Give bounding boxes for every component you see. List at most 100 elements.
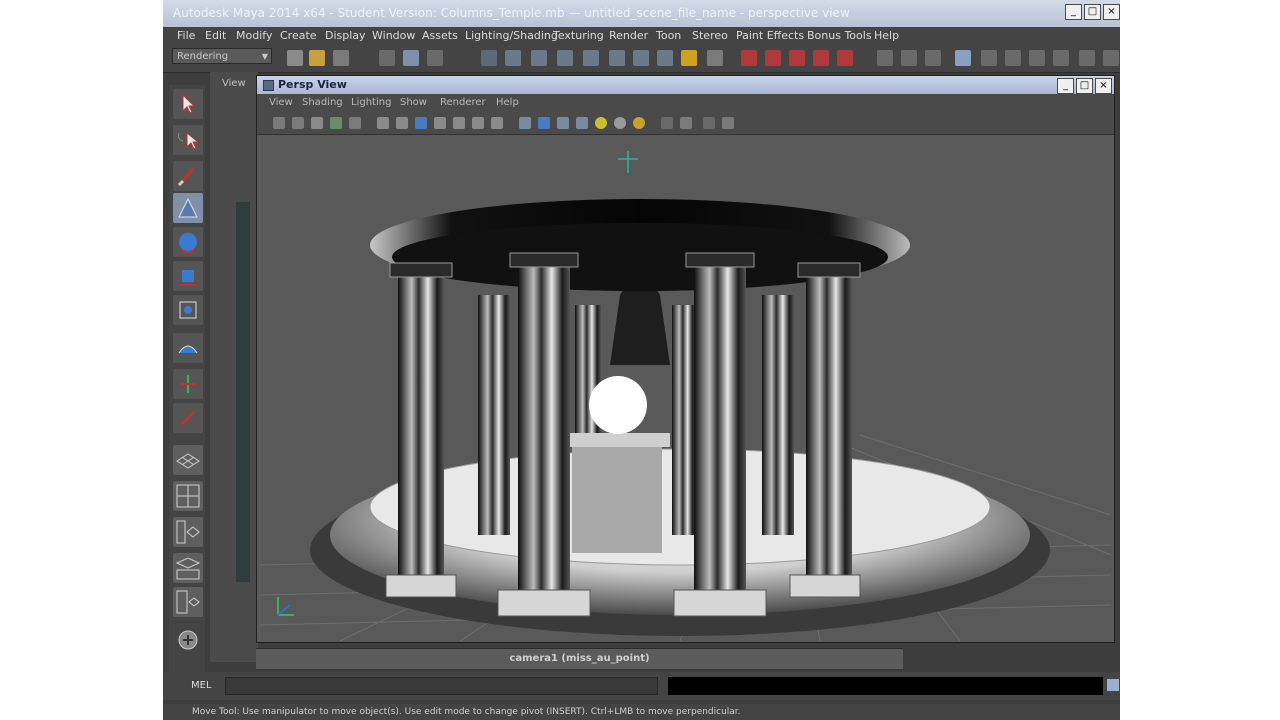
xray-icon[interactable] bbox=[680, 117, 692, 129]
snap-curve-icon[interactable] bbox=[505, 50, 521, 66]
persp-maximize-button[interactable]: □ bbox=[1076, 78, 1093, 94]
panel-menu-renderer[interactable]: Renderer bbox=[440, 97, 486, 108]
move-tool-icon[interactable] bbox=[173, 193, 203, 223]
menu-help[interactable]: Help bbox=[874, 29, 899, 42]
persp-minimize-button[interactable]: _ bbox=[1057, 78, 1074, 94]
scale-tool-icon[interactable] bbox=[173, 261, 203, 291]
graph-editor-icon[interactable] bbox=[1029, 50, 1045, 66]
hypershade-layout-icon[interactable] bbox=[173, 587, 203, 617]
maximize-button[interactable]: □ bbox=[1084, 4, 1101, 20]
default-light-icon[interactable] bbox=[633, 117, 645, 129]
render-frame-icon[interactable] bbox=[741, 50, 757, 66]
textured-icon[interactable] bbox=[576, 117, 588, 129]
persp-graph-layout-icon[interactable] bbox=[173, 553, 203, 583]
panel-layout-alt-icon[interactable] bbox=[1079, 50, 1095, 66]
bookmark-icon[interactable] bbox=[311, 117, 323, 129]
ipr-render-icon[interactable] bbox=[765, 50, 781, 66]
menu-display[interactable]: Display bbox=[325, 29, 366, 42]
panel-menu-lighting[interactable]: Lighting bbox=[351, 97, 391, 108]
persp-outliner-layout-icon[interactable] bbox=[173, 517, 203, 547]
single-perspective-layout-icon[interactable] bbox=[173, 445, 203, 475]
menu-render[interactable]: Render bbox=[609, 29, 648, 42]
xray-joints-icon[interactable] bbox=[703, 117, 715, 129]
render-settings-icon[interactable] bbox=[789, 50, 805, 66]
open-scene-icon[interactable] bbox=[309, 50, 325, 66]
resolution-gate-icon[interactable] bbox=[415, 117, 427, 129]
script-editor-button-icon[interactable] bbox=[1107, 679, 1119, 691]
panel-menu-view[interactable]: View bbox=[269, 97, 293, 108]
attribute-editor-icon[interactable] bbox=[925, 50, 941, 66]
persp-title-bar[interactable]: Persp View _ □ × bbox=[257, 76, 1114, 94]
snap-point-icon[interactable] bbox=[531, 50, 547, 66]
input-icon[interactable] bbox=[657, 50, 673, 66]
menu-texturing[interactable]: Texturing bbox=[553, 29, 604, 42]
perspective-viewport[interactable] bbox=[260, 135, 1111, 641]
construction-icon[interactable] bbox=[633, 50, 649, 66]
render-view-icon[interactable] bbox=[837, 50, 853, 66]
select-component-icon[interactable] bbox=[427, 50, 443, 66]
close-button[interactable]: × bbox=[1103, 4, 1120, 20]
select-hierarchy-icon[interactable] bbox=[379, 50, 395, 66]
menu-assets[interactable]: Assets bbox=[422, 29, 458, 42]
select-camera-icon[interactable] bbox=[273, 117, 285, 129]
select-object-icon[interactable] bbox=[403, 50, 419, 66]
menu-stereo[interactable]: Stereo bbox=[692, 29, 728, 42]
history-icon[interactable] bbox=[609, 50, 625, 66]
menu-toon[interactable]: Toon bbox=[656, 29, 681, 42]
universal-manipulator-icon[interactable] bbox=[173, 295, 203, 325]
save-scene-icon[interactable] bbox=[333, 50, 349, 66]
menu-modify[interactable]: Modify bbox=[236, 29, 272, 42]
menu-set-select[interactable]: Rendering ▼ bbox=[172, 48, 272, 64]
shadows-icon[interactable] bbox=[614, 117, 626, 129]
channel-box-icon[interactable] bbox=[901, 50, 917, 66]
menu-bonus-tools[interactable]: Bonus Tools bbox=[807, 29, 872, 42]
stereo-icon[interactable] bbox=[722, 117, 734, 129]
last-tool-icon[interactable] bbox=[173, 403, 203, 433]
menu-edit[interactable]: Edit bbox=[205, 29, 226, 42]
render-region-icon[interactable] bbox=[707, 50, 723, 66]
sidebar-toggle-icon[interactable] bbox=[877, 50, 893, 66]
isolate-select-icon[interactable] bbox=[661, 117, 673, 129]
four-view-layout-icon[interactable] bbox=[173, 481, 203, 511]
panel-menu-shading[interactable]: Shading bbox=[302, 97, 343, 108]
gate-mask-icon[interactable] bbox=[434, 117, 446, 129]
snap-surface-icon[interactable] bbox=[557, 50, 573, 66]
snap-grid-icon[interactable] bbox=[481, 50, 497, 66]
show-manipulator-icon[interactable] bbox=[173, 369, 203, 399]
tool-settings-icon[interactable] bbox=[955, 50, 971, 66]
persp-close-button[interactable]: × bbox=[1095, 78, 1112, 94]
smooth-shade-icon[interactable] bbox=[538, 117, 550, 129]
use-all-lights-icon[interactable] bbox=[595, 117, 607, 129]
hypershade-icon[interactable] bbox=[813, 50, 829, 66]
paint-select-tool-icon[interactable] bbox=[173, 161, 203, 191]
select-tool-icon[interactable] bbox=[173, 89, 203, 119]
layer-editor-icon[interactable] bbox=[981, 50, 997, 66]
image-plane-icon[interactable] bbox=[330, 117, 342, 129]
soft-modify-tool-icon[interactable] bbox=[173, 333, 203, 363]
new-scene-icon[interactable] bbox=[287, 50, 303, 66]
panel-layout-icon[interactable] bbox=[1053, 50, 1069, 66]
camera-attributes-icon[interactable] bbox=[292, 117, 304, 129]
live-surface-icon[interactable] bbox=[583, 50, 599, 66]
field-chart-icon[interactable] bbox=[453, 117, 465, 129]
menu-file[interactable]: File bbox=[177, 29, 195, 42]
back-panel-view-menu[interactable]: View bbox=[222, 78, 246, 89]
safe-action-icon[interactable] bbox=[472, 117, 484, 129]
mel-input-field[interactable] bbox=[225, 677, 658, 695]
lasso-tool-icon[interactable] bbox=[173, 125, 203, 155]
film-gate-icon[interactable] bbox=[396, 117, 408, 129]
menu-lighting-shading[interactable]: Lighting/Shading bbox=[465, 29, 558, 42]
wireframe-icon[interactable] bbox=[519, 117, 531, 129]
lock-icon[interactable] bbox=[681, 50, 697, 66]
more-icon[interactable] bbox=[1103, 50, 1119, 66]
safe-title-icon[interactable] bbox=[491, 117, 503, 129]
outliner-icon[interactable] bbox=[1005, 50, 1021, 66]
panel-menu-help[interactable]: Help bbox=[496, 97, 519, 108]
two-d-pan-zoom-icon[interactable] bbox=[349, 117, 361, 129]
grid-icon[interactable] bbox=[377, 117, 389, 129]
wireframe-on-shaded-icon[interactable] bbox=[557, 117, 569, 129]
menu-paint-effects[interactable]: Paint Effects bbox=[736, 29, 804, 42]
menu-create[interactable]: Create bbox=[280, 29, 317, 42]
panel-menu-show[interactable]: Show bbox=[400, 97, 427, 108]
rotate-tool-icon[interactable] bbox=[173, 227, 203, 257]
